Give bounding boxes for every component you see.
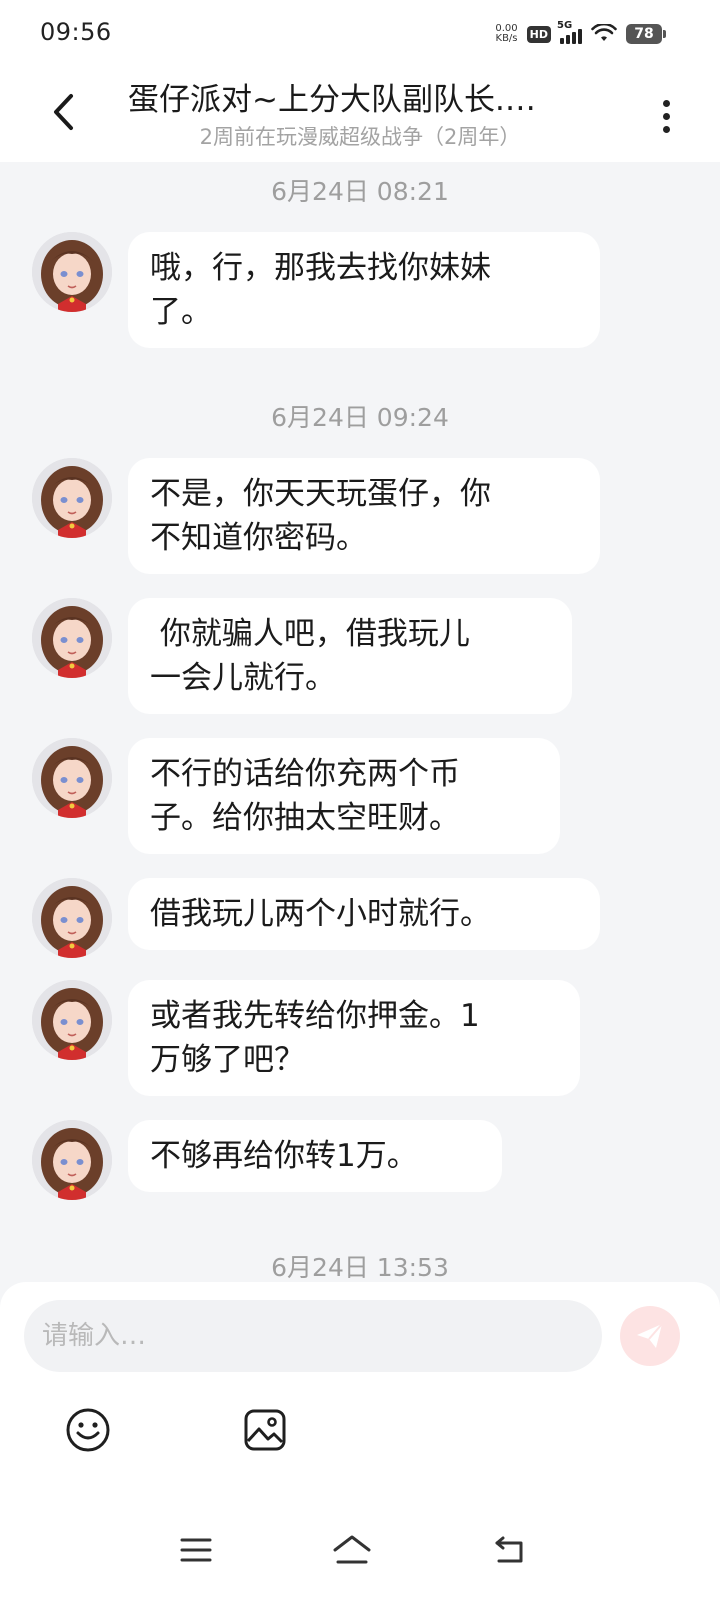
emoji-icon bbox=[66, 1408, 110, 1452]
message-bubble[interactable]: 不行的话给你充两个币 子。给你抽太空旺财。 bbox=[128, 738, 560, 854]
message-bubble[interactable]: 或者我先转给你押金。1 万够了吧？ bbox=[128, 980, 580, 1096]
image-icon bbox=[244, 1409, 286, 1451]
more-vertical-icon bbox=[662, 99, 670, 107]
avatar-icon bbox=[32, 878, 112, 958]
message-bubble[interactable]: 借我玩儿两个小时就行。 bbox=[128, 878, 600, 950]
avatar-icon bbox=[32, 1120, 112, 1200]
avatar[interactable] bbox=[32, 598, 112, 678]
message-bubble[interactable]: 你就骗人吧，借我玩儿 一会儿就行。 bbox=[128, 598, 572, 714]
avatar-icon bbox=[32, 232, 112, 312]
avatar[interactable] bbox=[32, 458, 112, 538]
emoji-button[interactable] bbox=[60, 1402, 116, 1458]
status-bar: 09:56 0.00 KB/s HD 5G 78 bbox=[0, 0, 720, 66]
message-timestamp: 6月24日 08:21 bbox=[271, 177, 449, 206]
wifi-icon bbox=[591, 24, 617, 41]
avatar-icon bbox=[32, 738, 112, 818]
chat-subtitle: 2周前在玩漫威超级战争（2周年） bbox=[199, 125, 521, 149]
message-bubble[interactable]: 不够再给你转1万。 bbox=[128, 1120, 502, 1192]
home-icon bbox=[333, 1535, 371, 1564]
avatar[interactable] bbox=[32, 232, 112, 312]
network-speed: 0.00 KB/s bbox=[495, 24, 517, 44]
message-timestamp: 6月24日 09:24 bbox=[271, 403, 449, 432]
avatar-icon bbox=[32, 458, 112, 538]
network-speed-unit: KB/s bbox=[495, 33, 518, 44]
network-type: 5G bbox=[557, 20, 573, 31]
more-options-button[interactable] bbox=[646, 90, 686, 142]
avatar-icon bbox=[32, 598, 112, 678]
menu-lines-icon bbox=[180, 1538, 212, 1562]
nav-back-button[interactable] bbox=[484, 1528, 536, 1572]
status-icons: 0.00 KB/s HD 5G 78 bbox=[495, 20, 666, 48]
avatar[interactable] bbox=[32, 878, 112, 958]
signal-icon: 5G bbox=[557, 20, 582, 44]
nav-menu-button[interactable] bbox=[170, 1528, 222, 1572]
status-time: 09:56 bbox=[40, 18, 112, 46]
message-input[interactable] bbox=[24, 1300, 602, 1372]
nav-home-button[interactable] bbox=[326, 1528, 378, 1572]
send-button[interactable] bbox=[620, 1306, 680, 1366]
message-bubble[interactable]: 不是，你天天玩蛋仔，你 不知道你密码。 bbox=[128, 458, 600, 574]
avatar[interactable] bbox=[32, 980, 112, 1060]
avatar[interactable] bbox=[32, 738, 112, 818]
avatar[interactable] bbox=[32, 1120, 112, 1200]
send-plane-icon bbox=[637, 1323, 663, 1348]
chat-header: 蛋仔派对~上分大队副队长.… 2周前在玩漫威超级战争（2周年） bbox=[0, 66, 720, 162]
message-bubble[interactable]: 哦，行，那我去找你妹妹 了。 bbox=[128, 232, 600, 348]
avatar-icon bbox=[32, 980, 112, 1060]
battery-indicator: 78 bbox=[626, 24, 666, 44]
chat-title: 蛋仔派对~上分大队副队长.… bbox=[128, 82, 536, 118]
message-timestamp: 6月24日 13:53 bbox=[271, 1253, 449, 1282]
system-nav-bar bbox=[0, 1508, 720, 1600]
message-list[interactable]: 6月24日 08:21 哦，行，那我去找你妹妹 了。 6月24日 09:24 不… bbox=[0, 162, 720, 1282]
hd-badge: HD bbox=[526, 25, 551, 43]
return-icon bbox=[495, 1536, 523, 1563]
image-button[interactable] bbox=[237, 1402, 293, 1458]
